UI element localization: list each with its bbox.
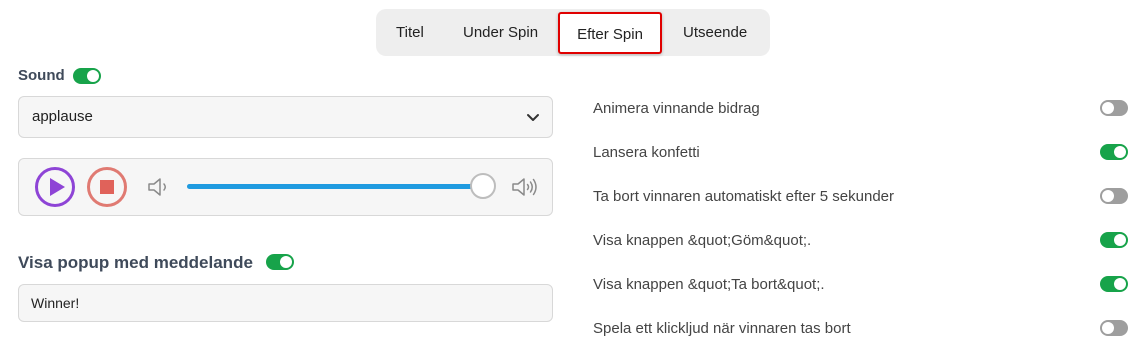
chevron-down-icon: [527, 114, 539, 121]
toggle-show-remove-button[interactable]: [1100, 276, 1128, 292]
volume-high-icon[interactable]: [511, 176, 539, 198]
toggle-click-sound[interactable]: [1100, 320, 1128, 336]
option-label-click-sound: Spela ett klickljud när vinnaren tas bor…: [593, 320, 851, 337]
stop-icon: [100, 180, 114, 194]
stop-button[interactable]: [87, 167, 127, 207]
popup-label: Visa popup med meddelande: [18, 253, 253, 272]
option-label-animate-winner: Animera vinnande bidrag: [593, 100, 760, 117]
toggle-auto-remove[interactable]: [1100, 188, 1128, 204]
play-icon: [50, 178, 65, 196]
tab-utseende[interactable]: Utseende: [683, 9, 747, 56]
volume-slider-thumb[interactable]: [470, 173, 496, 199]
audio-player: [18, 158, 553, 216]
sound-label: Sound: [18, 67, 65, 84]
play-button[interactable]: [35, 167, 75, 207]
toggle-animate-winner[interactable]: [1100, 100, 1128, 116]
option-label-auto-remove: Ta bort vinnaren automatiskt efter 5 sek…: [593, 188, 894, 205]
sound-select[interactable]: applause: [18, 96, 553, 138]
volume-low-icon[interactable]: [147, 176, 173, 198]
popup-message-input[interactable]: [18, 284, 553, 322]
option-label-show-remove-button: Visa knappen &quot;Ta bort&quot;.: [593, 276, 825, 293]
popup-toggle[interactable]: [266, 254, 294, 270]
tab-titel[interactable]: Titel: [396, 9, 424, 56]
tab-bar: Titel Under Spin Efter Spin Utseende: [376, 9, 770, 56]
option-label-show-hide-button: Visa knappen &quot;Göm&quot;.: [593, 232, 812, 249]
sound-toggle[interactable]: [73, 68, 101, 84]
tab-under-spin[interactable]: Under Spin: [463, 9, 538, 56]
volume-slider[interactable]: [187, 173, 496, 199]
volume-slider-fill: [187, 184, 483, 189]
sound-select-value: applause: [32, 108, 93, 125]
toggle-show-hide-button[interactable]: [1100, 232, 1128, 248]
tab-efter-spin[interactable]: Efter Spin: [558, 12, 662, 54]
toggle-confetti[interactable]: [1100, 144, 1128, 160]
option-label-confetti: Lansera konfetti: [593, 144, 700, 161]
